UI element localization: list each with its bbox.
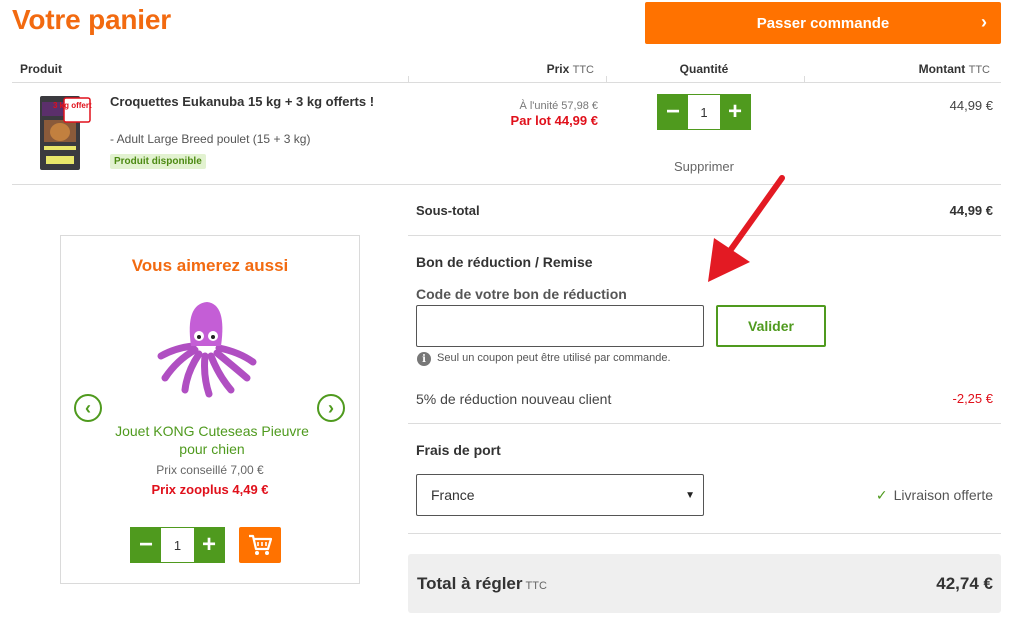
page-title: Votre panier (12, 4, 171, 35)
recommendation-price: Prix zooplus 4,49 € (151, 482, 269, 497)
table-header-divider (12, 82, 1001, 83)
subtotal-label: Sous-total (416, 203, 480, 218)
increase-quantity-button[interactable]: + (194, 528, 224, 562)
row-amount: 44,99 € (949, 98, 993, 113)
summary-divider (408, 423, 1001, 424)
lot-price: Par lot 44,99 € (510, 113, 598, 128)
dropdown-caret-icon: ▼ (685, 490, 695, 501)
quantity-stepper: − 1 + (657, 94, 751, 130)
column-header-quantity: Quantité (679, 62, 729, 76)
chevron-right-icon: › (328, 397, 334, 418)
chevron-right-icon: › (981, 12, 987, 32)
coupon-heading: Bon de réduction / Remise (416, 254, 593, 270)
column-header-product: Produit (20, 62, 62, 76)
coupon-note: Seul un coupon peut être utilisé par com… (437, 352, 671, 364)
subtotal-value: 44,99 € (949, 203, 993, 218)
quantity-value[interactable]: 1 (688, 95, 720, 129)
unit-price: À l'unité 57,98 € (519, 100, 598, 112)
carousel-prev-button[interactable]: ‹ (74, 394, 102, 422)
minus-icon: − (138, 531, 153, 558)
increase-quantity-button[interactable]: + (720, 95, 750, 129)
carousel-next-button[interactable]: › (317, 394, 345, 422)
product-variant: - Adult Large Breed poulet (15 + 3 kg) (110, 132, 311, 146)
validate-coupon-button[interactable]: Valider (716, 305, 826, 347)
summary-divider (408, 533, 1001, 534)
recommendation-quantity-stepper: − 1 + (130, 527, 225, 563)
total-value: 42,74 € (936, 574, 993, 593)
annotation-arrow-icon (708, 175, 785, 282)
cart-icon (249, 534, 272, 555)
product-name[interactable]: Croquettes Eukanuba 15 kg + 3 kg offerts… (110, 94, 390, 110)
checkout-button-label: Passer commande (756, 14, 890, 32)
plus-icon: + (201, 531, 216, 558)
discount-value: -2,25 € (952, 391, 993, 406)
availability-badge: Produit disponible (110, 154, 206, 169)
coupon-code-input[interactable] (416, 305, 704, 347)
country-select-value: France (431, 487, 475, 503)
column-header-price: Prix TTC (546, 62, 594, 76)
country-select[interactable]: France ▼ (416, 474, 704, 516)
free-shipping-note: ✓ Livraison offerte (875, 487, 993, 503)
product-image-badge: 3 kg offerts ! (53, 101, 92, 110)
info-icon: i (417, 352, 431, 366)
column-header-amount: Montant TTC (918, 62, 990, 76)
checkout-button[interactable]: Passer commande › (645, 2, 1001, 44)
product-image[interactable]: 3 kg offerts ! (36, 94, 101, 172)
chevron-left-icon: ‹ (85, 397, 91, 418)
recommendation-rrp: Prix conseillé 7,00 € (156, 463, 264, 477)
total-label: Total à régler TTC (417, 574, 547, 593)
add-to-cart-button[interactable] (239, 527, 281, 563)
discount-label: 5% de réduction nouveau client (416, 391, 612, 407)
decrease-quantity-button[interactable]: − (131, 528, 161, 562)
recommendation-name[interactable]: Jouet KONG Cuteseas Pieuvre pour chien (100, 422, 324, 458)
coupon-code-label: Code de votre bon de réduction (416, 286, 627, 302)
quantity-value[interactable]: 1 (161, 528, 194, 562)
plus-icon: + (727, 98, 742, 125)
minus-icon: − (665, 98, 680, 125)
decrease-quantity-button[interactable]: − (658, 95, 688, 129)
row-divider (12, 184, 1001, 185)
check-icon: ✓ (875, 487, 888, 503)
recommendation-image[interactable] (155, 298, 260, 400)
recommendation-title: Vous aimerez aussi (131, 256, 289, 275)
shipping-heading: Frais de port (416, 442, 501, 458)
